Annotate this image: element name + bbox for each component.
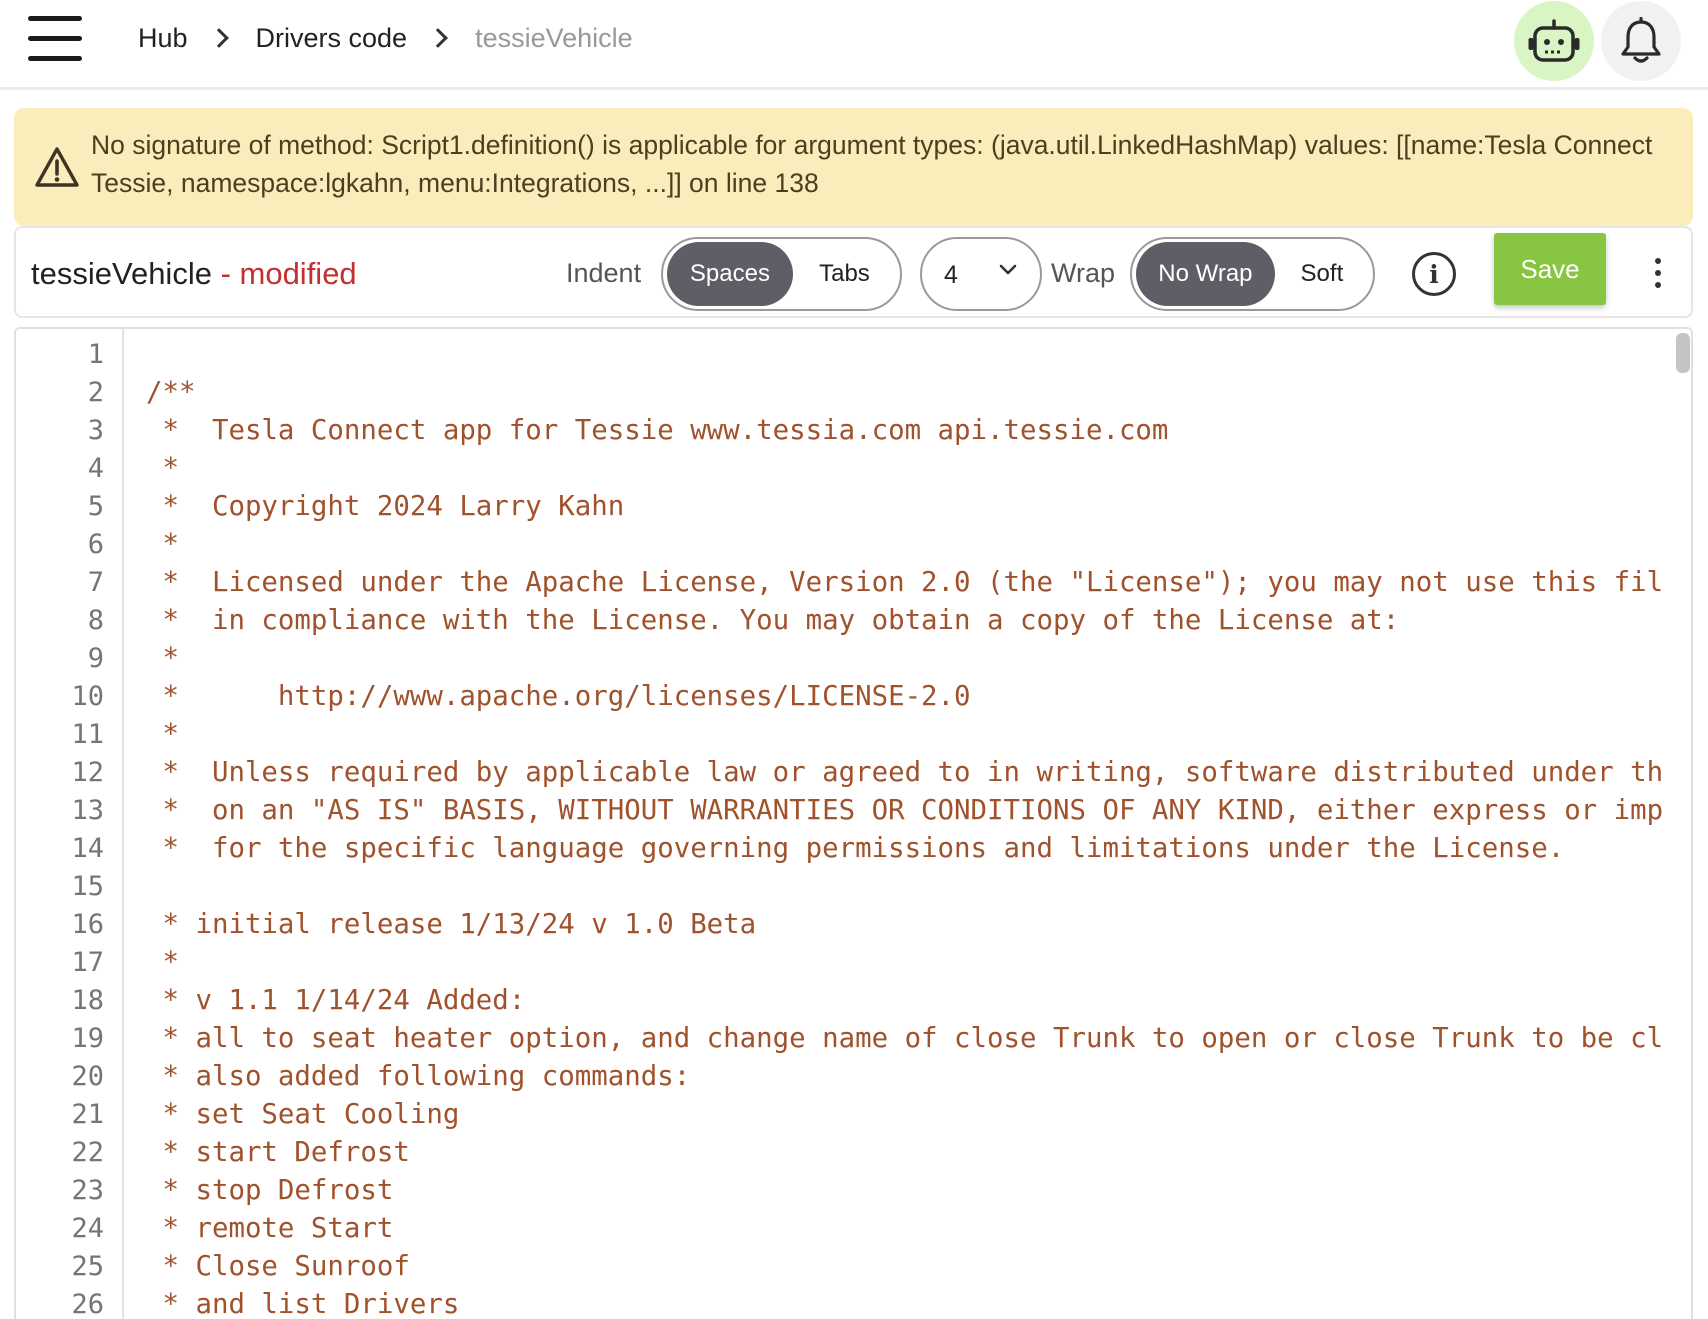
line-number: 15 <box>71 871 104 902</box>
line-number: 23 <box>71 1175 104 1206</box>
line-number: 8 <box>87 605 104 636</box>
info-icon[interactable]: i <box>1412 252 1456 296</box>
line-number: 14 <box>71 833 104 864</box>
line-number: 4 <box>87 453 104 484</box>
modified-indicator: - modified <box>211 256 357 291</box>
code-line[interactable]: * on an "AS IS" BASIS, WITHOUT WARRANTIE… <box>146 792 1663 830</box>
more-vertical-icon[interactable] <box>1646 254 1670 294</box>
line-number: 18 <box>71 985 104 1016</box>
line-number: 7 <box>87 567 104 598</box>
code-line[interactable]: * v 1.1 1/14/24 Added: <box>146 982 525 1020</box>
breadcrumb-hub[interactable]: Hub <box>138 23 188 54</box>
code-line[interactable]: * initial release 1/13/24 v 1.0 Beta <box>146 906 756 944</box>
save-button[interactable]: Save <box>1494 233 1606 305</box>
wrap-soft-option[interactable]: Soft <box>1275 242 1369 306</box>
line-number: 2 <box>87 377 104 408</box>
error-message: No signature of method: Script1.definiti… <box>91 130 1653 198</box>
code-line[interactable]: * <box>146 944 179 982</box>
chevron-right-icon <box>208 28 229 48</box>
warning-triangle-icon <box>35 147 79 187</box>
robot-assistant-button[interactable] <box>1514 1 1594 81</box>
code-line[interactable]: * remote Start <box>146 1210 393 1248</box>
line-number-gutter: 1 2 3 4 5 6 7 8 9 10 11 12 13 14 15 16 17 18 19 20 21 22 23 24 2… <box>16 329 124 1319</box>
code-line[interactable]: * Close Sunroof <box>146 1248 409 1286</box>
line-number: 26 <box>71 1289 104 1319</box>
line-number: 11 <box>71 719 104 750</box>
hamburger-menu-icon[interactable] <box>24 10 90 70</box>
wrap-label: Wrap <box>1051 258 1116 288</box>
breadcrumb: Hub Drivers code tessieVehicle <box>138 18 633 58</box>
line-number: 10 <box>71 681 104 712</box>
editor-toolbar: tessieVehicle - modified Indent Spaces T… <box>14 226 1693 318</box>
code-line[interactable]: * Tesla Connect app for Tessie www.tessi… <box>146 412 1168 450</box>
line-number: 13 <box>71 795 104 826</box>
chevron-right-icon <box>428 28 448 48</box>
code-line[interactable]: * Unless required by applicable law or a… <box>146 754 1663 792</box>
code-line[interactable]: /** <box>146 374 195 412</box>
wrap-none-option[interactable]: No Wrap <box>1136 242 1275 306</box>
wrap-toggle: No Wrap Soft <box>1130 237 1375 311</box>
indent-size-value: 4 <box>944 261 958 289</box>
line-number: 5 <box>87 491 104 522</box>
code-content[interactable]: /** * Tesla Connect app for Tessie www.t… <box>126 329 1690 1319</box>
bell-icon <box>1621 17 1661 63</box>
code-line[interactable]: * in compliance with the License. You ma… <box>146 602 1399 640</box>
robot-icon <box>1528 19 1580 62</box>
breadcrumb-current-driver: tessieVehicle <box>475 22 633 53</box>
line-number: 1 <box>87 339 104 370</box>
line-number: 12 <box>71 757 104 788</box>
indent-tabs-option[interactable]: Tabs <box>793 242 896 306</box>
line-number: 16 <box>71 909 104 940</box>
line-number: 20 <box>71 1061 104 1092</box>
code-line[interactable]: * and list Drivers <box>146 1286 459 1319</box>
resize-handle-icon[interactable] <box>1668 1291 1693 1319</box>
code-line[interactable]: * <box>146 640 179 678</box>
error-banner: No signature of method: Script1.definiti… <box>14 108 1693 226</box>
vertical-scrollbar[interactable] <box>1676 333 1690 373</box>
file-title: tessieVehicle - modified <box>31 256 357 292</box>
code-line[interactable]: * <box>146 716 179 754</box>
line-number: 24 <box>71 1213 104 1244</box>
file-name: tessieVehicle <box>31 256 212 291</box>
code-line[interactable]: * all to seat heater option, and change … <box>146 1020 1663 1058</box>
code-line[interactable]: * Copyright 2024 Larry Kahn <box>146 488 624 526</box>
top-bar: Hub Drivers code tessieVehicle <box>0 0 1708 90</box>
code-line[interactable]: * set Seat Cooling <box>146 1096 459 1134</box>
line-number: 9 <box>87 643 104 674</box>
breadcrumb-drivers-code[interactable]: Drivers code <box>256 23 408 54</box>
line-number: 19 <box>71 1023 104 1054</box>
line-number: 3 <box>87 415 104 446</box>
notifications-button[interactable] <box>1601 1 1681 81</box>
indent-label: Indent <box>566 258 642 288</box>
code-editor[interactable]: 1 2 3 4 5 6 7 8 9 10 11 12 13 14 15 16 17 18 19 20 21 22 23 24 2… <box>14 327 1693 1319</box>
line-number: 25 <box>71 1251 104 1282</box>
indent-spaces-option[interactable]: Spaces <box>667 242 793 306</box>
code-line[interactable]: * Licensed under the Apache License, Ver… <box>146 564 1663 602</box>
line-number: 22 <box>71 1137 104 1168</box>
code-line[interactable]: * stop Defrost <box>146 1172 393 1210</box>
code-line[interactable]: * <box>146 450 179 488</box>
chevron-down-icon <box>999 264 1017 275</box>
indent-toggle: Spaces Tabs <box>661 237 902 311</box>
line-number: 17 <box>71 947 104 978</box>
code-line[interactable]: * also added following commands: <box>146 1058 690 1096</box>
line-number: 6 <box>87 529 104 560</box>
indent-size-select[interactable]: 4 <box>920 237 1042 311</box>
code-line[interactable]: * <box>146 526 179 564</box>
code-line[interactable]: * http://www.apache.org/licenses/LICENSE… <box>146 678 970 716</box>
code-line[interactable]: * for the specific language governing pe… <box>146 830 1564 868</box>
line-number: 21 <box>71 1099 104 1130</box>
code-line[interactable]: * start Defrost <box>146 1134 409 1172</box>
